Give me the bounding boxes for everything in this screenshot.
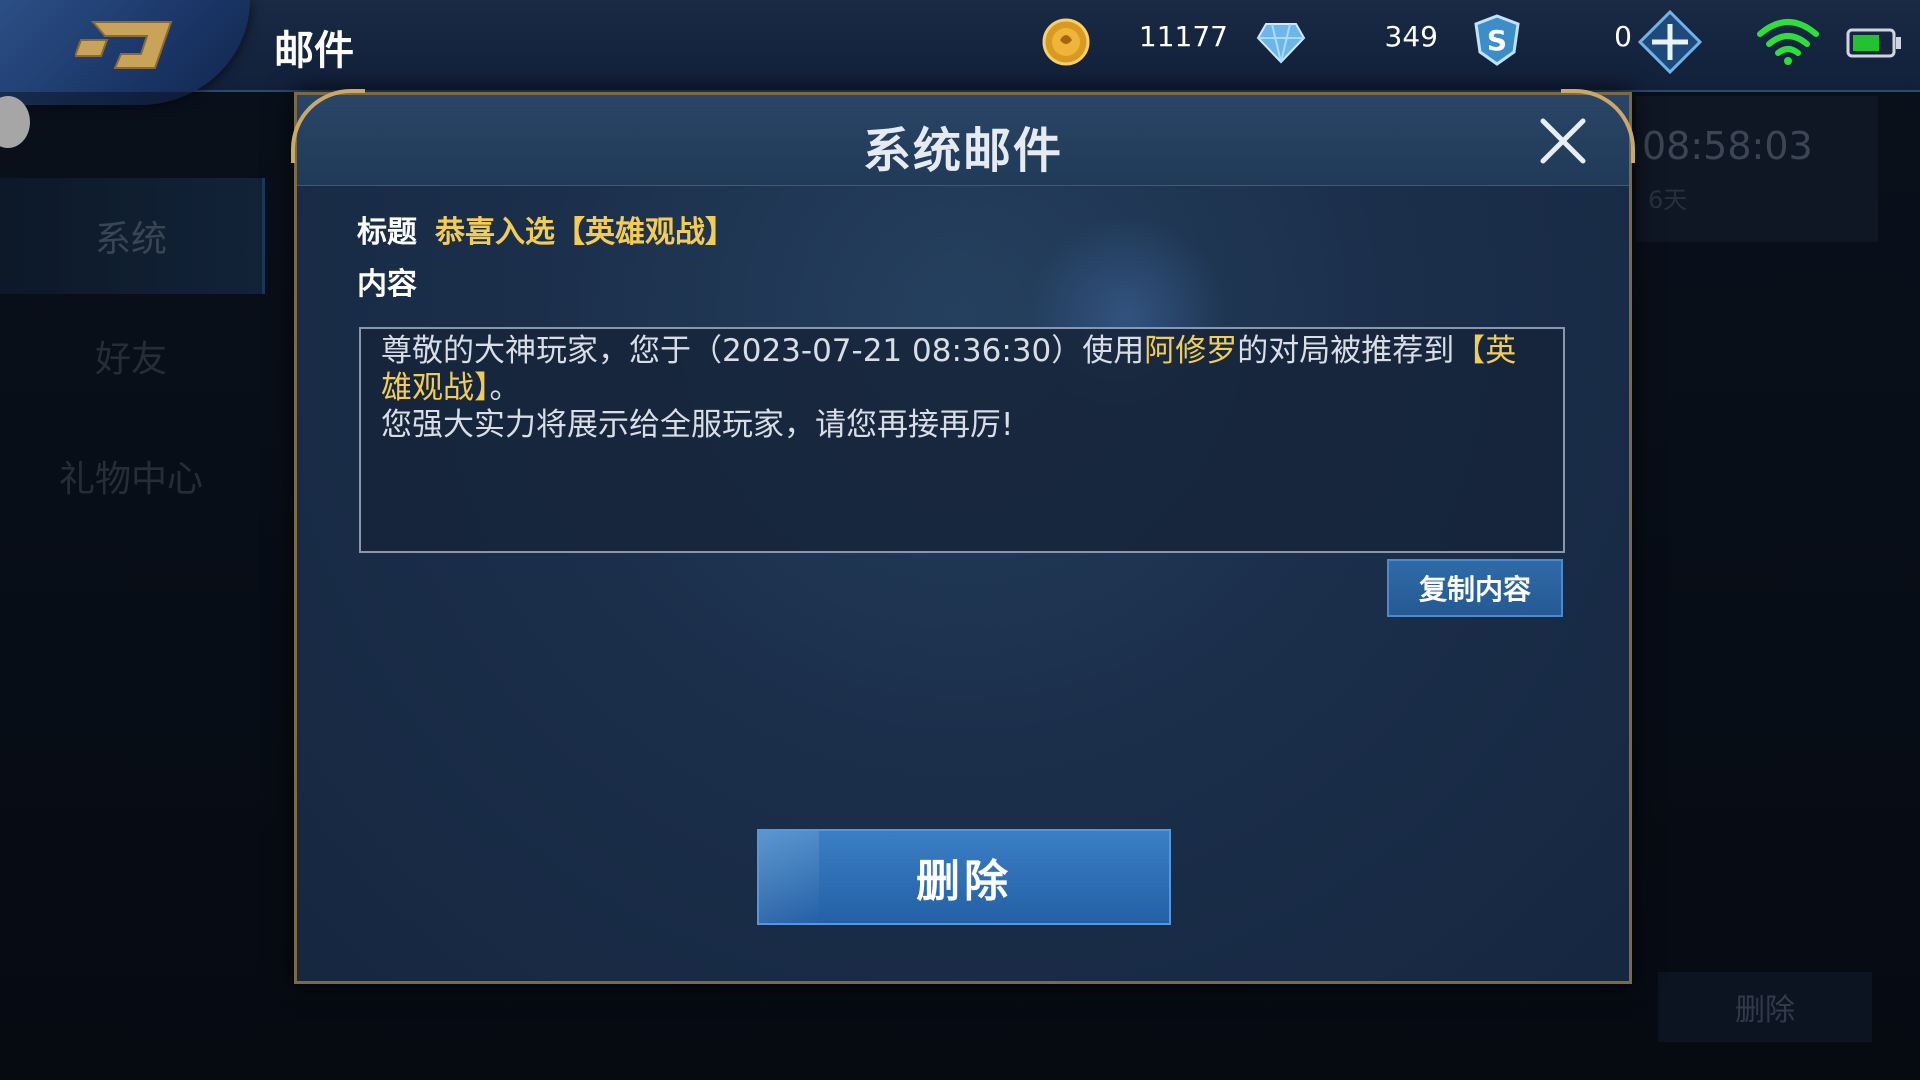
- content-text-line2: 您强大实力将展示给全服玩家，请您再接再厉!: [381, 407, 1014, 443]
- subject-value: 恭喜入选【英雄观战】: [435, 215, 735, 250]
- subject-label: 标题: [357, 215, 417, 250]
- gold-coin-icon: [1042, 18, 1090, 66]
- wifi-icon: [1757, 19, 1819, 65]
- voucher-amount: 0: [1614, 20, 1632, 53]
- delete-button[interactable]: 删除: [757, 829, 1171, 925]
- gold-amount: 11177: [1138, 20, 1228, 53]
- top-bar: 邮件 11177 349 S 0: [0, 0, 1920, 105]
- svg-text:S: S: [1487, 24, 1507, 57]
- back-button[interactable]: [0, 0, 250, 105]
- mail-content-box: 尊敬的大神玩家，您于（2023-07-21 08:36:30）使用阿修罗的对局被…: [359, 327, 1565, 553]
- voucher-shield-icon: S: [1474, 14, 1520, 66]
- content-label: 内容: [357, 267, 417, 302]
- content-text-1: 尊敬的大神玩家，您于（2023-07-21 08:36:30）使用: [381, 333, 1145, 369]
- back-icon: [75, 21, 173, 69]
- close-icon[interactable]: [1537, 115, 1589, 167]
- recharge-plus-button[interactable]: [1638, 10, 1702, 74]
- page-title: 邮件: [274, 28, 354, 74]
- dialog-title: 系统邮件: [862, 123, 1063, 179]
- battery-icon: [1846, 28, 1901, 58]
- mail-screen: 邮件 11177 349 S 0 系统 好友 礼物中心 08:58:03 6天 …: [0, 0, 1920, 1080]
- content-hero-name: 阿修罗: [1144, 333, 1238, 369]
- content-text-2: 的对局被推荐到: [1237, 333, 1455, 369]
- diamond-amount: 349: [1384, 20, 1438, 53]
- content-text-3: 。: [489, 370, 521, 406]
- copy-content-button[interactable]: 复制内容: [1387, 559, 1563, 617]
- system-mail-dialog: 系统邮件 标题 恭喜入选【英雄观战】 内容 尊敬的大神玩家，您于（2023-07…: [291, 89, 1635, 984]
- diamond-icon: [1256, 23, 1306, 64]
